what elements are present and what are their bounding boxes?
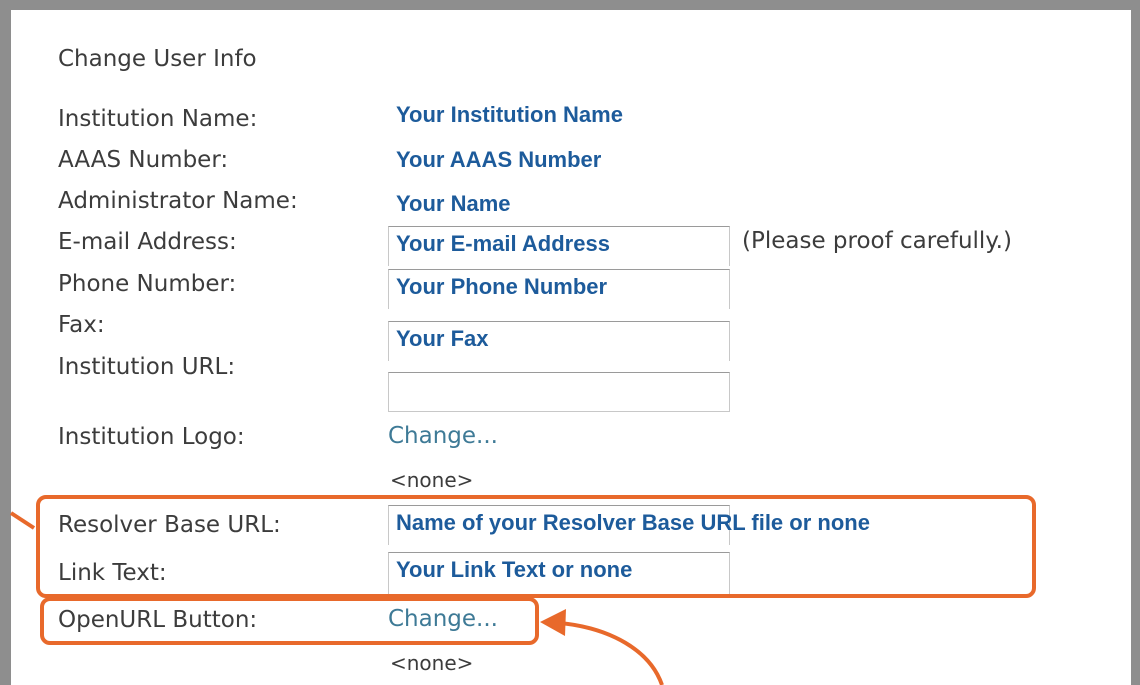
callout-arrow-icon xyxy=(559,621,664,685)
left-callout-arrow-icon xyxy=(9,511,36,530)
callout-arrowhead-icon xyxy=(540,609,566,636)
callout-arrows xyxy=(9,511,664,685)
